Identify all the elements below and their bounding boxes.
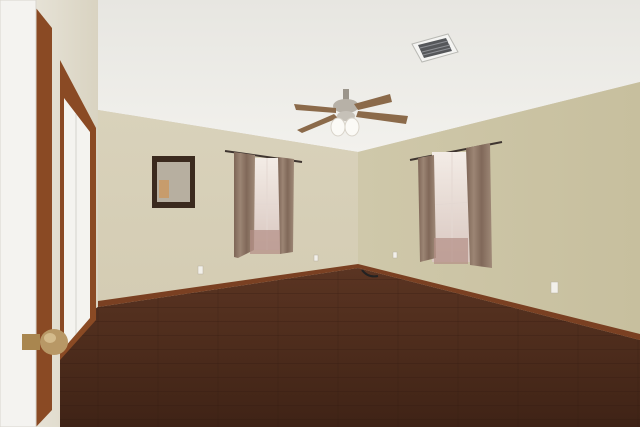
entry-door [0, 0, 36, 427]
wall-outlet [313, 254, 319, 262]
right-window-curtain-left [418, 155, 436, 262]
room-photo [0, 0, 640, 427]
left-window-curtain-right [278, 157, 294, 254]
wall-outlet [550, 281, 559, 294]
wall-outlet [392, 251, 398, 259]
left-window [224, 150, 303, 258]
right-window-curtain-right [466, 143, 492, 268]
wall-mirror [152, 156, 195, 208]
wall-outlet [197, 265, 204, 275]
right-window [409, 141, 503, 268]
door-frame [36, 8, 52, 427]
